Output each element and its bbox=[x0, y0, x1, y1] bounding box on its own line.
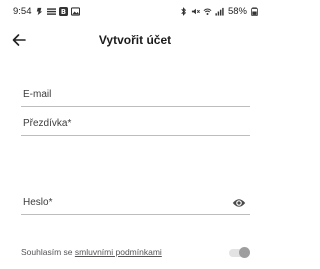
bluetooth-icon bbox=[179, 6, 188, 16]
consent-prefix: Souhlasím se bbox=[21, 247, 75, 257]
status-bar: 9:54 B 58% bbox=[0, 0, 270, 22]
password-label: Heslo* bbox=[23, 197, 53, 208]
status-left: 9:54 B bbox=[13, 6, 80, 17]
battery-percentage: 58% bbox=[227, 5, 247, 17]
app-b-icon: B bbox=[58, 6, 68, 16]
menu-lines-icon bbox=[46, 7, 56, 16]
nickname-label: Přezdívka* bbox=[23, 118, 72, 129]
svg-text:B: B bbox=[60, 8, 65, 16]
show-password-button[interactable] bbox=[232, 197, 246, 209]
signal-icon bbox=[215, 7, 224, 16]
terms-consent-toggle[interactable] bbox=[228, 246, 250, 258]
wifi-icon bbox=[203, 7, 212, 16]
page-title: Vytvořit účet bbox=[98, 33, 172, 47]
app-bar: Vytvořit účet bbox=[0, 26, 270, 54]
eye-icon bbox=[232, 199, 246, 207]
nickname-field[interactable]: Přezdívka* bbox=[21, 109, 250, 136]
terms-consent-row: Souhlasím se smluvními podmínkami bbox=[21, 245, 250, 259]
email-field[interactable]: E-mail bbox=[21, 80, 250, 107]
notification-icon bbox=[35, 7, 44, 16]
email-label: E-mail bbox=[23, 89, 52, 100]
mute-icon bbox=[191, 7, 200, 16]
consent-text: Souhlasím se smluvními podmínkami bbox=[21, 247, 162, 257]
toggle-thumb bbox=[239, 246, 250, 258]
status-time: 9:54 bbox=[13, 5, 32, 17]
status-right: 58% bbox=[179, 6, 259, 17]
terms-link[interactable]: smluvními podmínkami bbox=[75, 247, 162, 257]
image-icon bbox=[70, 6, 80, 16]
battery-icon bbox=[250, 6, 259, 16]
password-field[interactable]: Heslo* bbox=[21, 188, 250, 215]
